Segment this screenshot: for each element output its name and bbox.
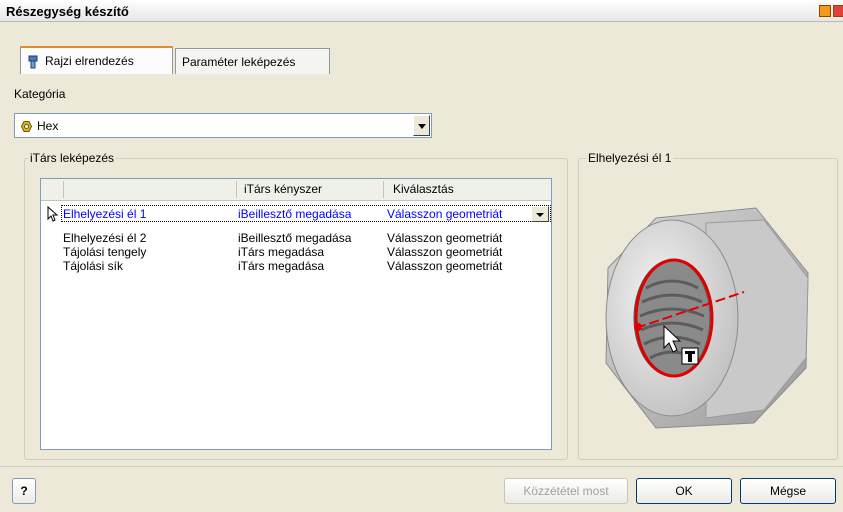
row-constraint: iTárs megadása: [238, 259, 325, 273]
divider: [0, 466, 843, 467]
table-row[interactable]: Elhelyezési él 1 iBeillesztő megadása Vá…: [41, 205, 551, 222]
row-selection[interactable]: Válasszon geometriát: [387, 245, 502, 259]
row-name: Tájolási tengely: [63, 245, 147, 259]
row-name: Elhelyezési él 1: [63, 207, 147, 221]
mapping-table[interactable]: iTárs kényszer Kiválasztás Elhelyezési é…: [40, 178, 552, 450]
component-icon: [28, 55, 38, 69]
tab-parameter-lekepezes[interactable]: Paraméter leképezés: [175, 48, 330, 76]
chevron-down-icon[interactable]: [413, 115, 430, 136]
category-select[interactable]: Hex: [14, 113, 432, 138]
column-separator: [236, 181, 237, 198]
title-bar: Részegység készítő: [0, 0, 843, 22]
column-separator: [63, 181, 64, 198]
ok-button[interactable]: OK: [636, 478, 732, 504]
table-header: iTárs kényszer Kiválasztás: [41, 179, 551, 201]
row-name: Elhelyezési él 2: [63, 231, 147, 245]
preview-group-legend: Elhelyezési él 1: [586, 151, 674, 165]
publish-now-button[interactable]: Közzététel most: [504, 478, 628, 504]
row-selection-dropdown[interactable]: [531, 206, 549, 222]
row-name: Tájolási sík: [63, 259, 124, 273]
hex-nut-preview: [605, 207, 809, 429]
close-button[interactable]: [833, 5, 843, 17]
row-constraint: iBeillesztő megadása: [238, 207, 352, 221]
table-row[interactable]: Tájolási tengely iTárs megadása Válasszo…: [41, 245, 551, 259]
window-title: Részegység készítő: [6, 4, 129, 19]
row-selection[interactable]: Válasszon geometriát: [387, 259, 502, 273]
column-header[interactable]: iTárs kényszer: [244, 182, 322, 196]
tab-label: Rajzi elrendezés: [45, 54, 134, 68]
category-label: Kategória: [14, 87, 66, 101]
column-separator: [383, 181, 384, 198]
row-constraint: iBeillesztő megadása: [238, 231, 352, 245]
table-row[interactable]: Elhelyezési él 2 iBeillesztő megadása Vá…: [41, 231, 551, 245]
cancel-button[interactable]: Mégse: [740, 478, 836, 504]
help-icon: ?: [20, 484, 28, 498]
table-row[interactable]: Tájolási sík iTárs megadása Válasszon ge…: [41, 259, 551, 273]
mapping-group-legend: iTárs leképezés: [28, 151, 117, 165]
row-pointer-icon: [47, 206, 59, 222]
help-button[interactable]: ?: [12, 478, 36, 504]
row-constraint: iTárs megadása: [238, 245, 325, 259]
tab-label: Paraméter leképezés: [182, 55, 296, 69]
column-header[interactable]: Kiválasztás: [393, 182, 454, 196]
row-selection[interactable]: Válasszon geometriát: [387, 231, 502, 245]
category-value: Hex: [37, 119, 59, 133]
row-selection[interactable]: Válasszon geometriát: [387, 207, 502, 221]
tab-rajzi-elrendezes[interactable]: Rajzi elrendezés: [20, 46, 173, 76]
pin-button[interactable]: [819, 5, 831, 17]
hex-nut-icon: [21, 121, 32, 132]
